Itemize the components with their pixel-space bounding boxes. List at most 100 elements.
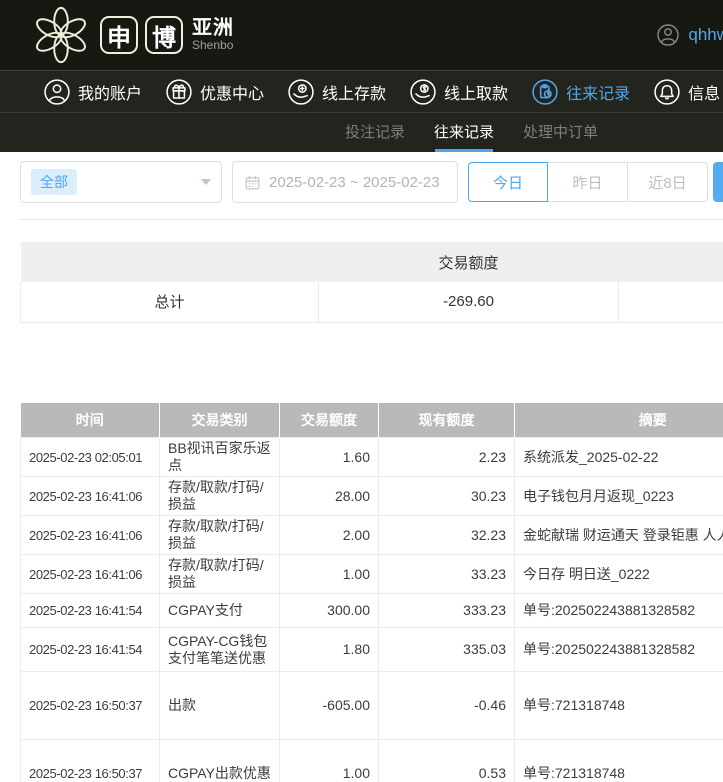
date-range-text: 2025-02-23 ~ 2025-02-23	[269, 174, 440, 191]
filter-bar: 全部 2025-02-23 ~ 2025-02-23 今日 昨日 近8日	[20, 161, 723, 203]
summary-header-amount: 交易额度	[319, 242, 619, 282]
cell-balance: 0.53	[379, 740, 515, 782]
table-row: 2025-02-23 16:41:06存款/取款/打码/损益1.0033.23今…	[21, 555, 723, 594]
nav-item-my-account[interactable]: 我的账户	[44, 79, 142, 105]
col-header-time: 时间	[21, 403, 160, 438]
cell-balance: 33.23	[379, 555, 515, 594]
user-account-link[interactable]: qhhw	[656, 23, 723, 47]
logo-char-bo: 博	[145, 16, 183, 54]
logo-char-shen: 申	[100, 16, 138, 54]
cell-balance: 32.23	[379, 516, 515, 555]
top-brand-bar: 申 博 亚洲 Shenbo qhhw	[0, 0, 723, 70]
cell-type: 出款	[160, 672, 280, 740]
table-row: 2025-02-23 16:50:37CGPAY出款优惠1.000.53单号:7…	[21, 740, 723, 782]
cell-note: 单号:202502243881328582	[515, 628, 723, 672]
cell-type: CGPAY-CG钱包支付笔笔送优惠	[160, 628, 280, 672]
table-row: 2025-02-23 16:41:06存款/取款/打码/损益2.0032.23金…	[21, 516, 723, 555]
cell-note: 单号:202502243881328582	[515, 594, 723, 628]
category-selected-tag: 全部	[31, 169, 77, 195]
transactions-table: 时间 交易类别 交易额度 现有额度 摘要 2025-02-23 02:05:01…	[20, 403, 723, 782]
yesterday-button[interactable]: 昨日	[548, 162, 628, 202]
account-icon	[44, 79, 70, 105]
tab-transaction-records[interactable]: 往来记录	[434, 113, 494, 152]
nav-item-deposit[interactable]: 线上存款	[288, 79, 386, 105]
main-nav: 我的账户 优惠中心 线上存款 线上取款 往来记录	[0, 70, 723, 112]
search-button[interactable]	[713, 162, 723, 202]
promo-icon	[166, 79, 192, 105]
today-button[interactable]: 今日	[468, 162, 548, 202]
site-logo[interactable]: 申 博 亚洲 Shenbo	[30, 4, 234, 66]
nav-label: 往来记录	[566, 80, 630, 104]
cell-amount: 300.00	[280, 594, 379, 628]
withdraw-icon	[410, 79, 436, 105]
cell-balance: 30.23	[379, 477, 515, 516]
summary-header-empty	[619, 242, 723, 282]
lotus-flower-icon	[30, 4, 92, 66]
tab-betting-records[interactable]: 投注记录	[345, 113, 405, 152]
summary-total-value: -269.60	[319, 282, 619, 322]
cell-time: 2025-02-23 16:41:06	[21, 555, 160, 594]
cell-note: 单号:721318748	[515, 740, 723, 782]
cell-time: 2025-02-23 16:41:06	[21, 516, 160, 555]
transactions-body: 2025-02-23 02:05:01BB视讯百家乐返点1.602.23系统派发…	[21, 438, 723, 782]
calendar-icon	[244, 174, 261, 191]
cell-type: CGPAY支付	[160, 594, 280, 628]
cell-balance: -0.46	[379, 672, 515, 740]
cell-amount: 1.60	[280, 438, 379, 477]
cell-time: 2025-02-23 16:50:37	[21, 672, 160, 740]
cell-balance: 2.23	[379, 438, 515, 477]
summary-header-empty	[21, 242, 319, 282]
deposit-icon	[288, 79, 314, 105]
col-header-balance: 现有额度	[379, 403, 515, 438]
cell-amount: 1.80	[280, 628, 379, 672]
username-text: qhhw	[688, 25, 723, 45]
cell-amount: 2.00	[280, 516, 379, 555]
cell-type: CGPAY出款优惠	[160, 740, 280, 782]
nav-label: 优惠中心	[200, 80, 264, 104]
date-range-input[interactable]: 2025-02-23 ~ 2025-02-23	[232, 161, 458, 203]
bell-icon	[654, 79, 680, 105]
summary-total-row: 总计 -269.60	[21, 282, 723, 322]
nav-label: 我的账户	[78, 80, 142, 104]
summary-header-row: 交易额度	[21, 242, 723, 282]
cell-time: 2025-02-23 16:50:37	[21, 740, 160, 782]
nav-item-withdraw[interactable]: 线上取款	[410, 79, 508, 105]
col-header-note: 摘要	[515, 403, 723, 438]
cell-note: 金蛇献瑞 财运通天 登录钜惠 人人皆享	[515, 516, 723, 555]
nav-item-promotions[interactable]: 优惠中心	[166, 79, 264, 105]
col-header-amount: 交易额度	[280, 403, 379, 438]
cell-amount: 28.00	[280, 477, 379, 516]
nav-label: 线上取款	[444, 80, 508, 104]
cell-balance: 333.23	[379, 594, 515, 628]
cell-time: 2025-02-23 16:41:54	[21, 628, 160, 672]
cell-amount: 1.00	[280, 740, 379, 782]
category-select[interactable]: 全部	[20, 161, 222, 203]
cell-type: 存款/取款/打码/损益	[160, 477, 280, 516]
summary-total-label: 总计	[21, 282, 319, 322]
cell-note: 系统派发_2025-02-22	[515, 438, 723, 477]
cell-time: 2025-02-23 02:05:01	[21, 438, 160, 477]
cell-type: 存款/取款/打码/损益	[160, 516, 280, 555]
cell-note: 今日存 明日送_0222	[515, 555, 723, 594]
nav-label: 线上存款	[322, 80, 386, 104]
tab-processing-orders[interactable]: 处理中订单	[523, 113, 598, 152]
nav-label: 信息	[688, 80, 720, 104]
cell-balance: 335.03	[379, 628, 515, 672]
last-8-days-button[interactable]: 近8日	[628, 162, 708, 202]
cell-time: 2025-02-23 16:41:06	[21, 477, 160, 516]
cell-note: 单号:721318748	[515, 672, 723, 740]
chevron-down-icon	[201, 179, 211, 185]
section-divider	[20, 219, 723, 220]
col-header-type: 交易类别	[160, 403, 280, 438]
summary-table: 交易额度 总计 -269.60	[20, 242, 723, 323]
records-icon	[532, 79, 558, 105]
logo-subtitle: Shenbo	[192, 39, 234, 52]
transactions-header-row: 时间 交易类别 交易额度 现有额度 摘要	[21, 403, 723, 438]
logo-region-text: 亚洲	[192, 17, 234, 39]
nav-item-messages[interactable]: 信息	[654, 79, 720, 105]
nav-item-records[interactable]: 往来记录	[532, 79, 630, 105]
cell-type: 存款/取款/打码/损益	[160, 555, 280, 594]
table-row: 2025-02-23 16:41:54CGPAY支付300.00333.23单号…	[21, 594, 723, 628]
user-avatar-icon	[656, 23, 680, 47]
cell-type: BB视讯百家乐返点	[160, 438, 280, 477]
